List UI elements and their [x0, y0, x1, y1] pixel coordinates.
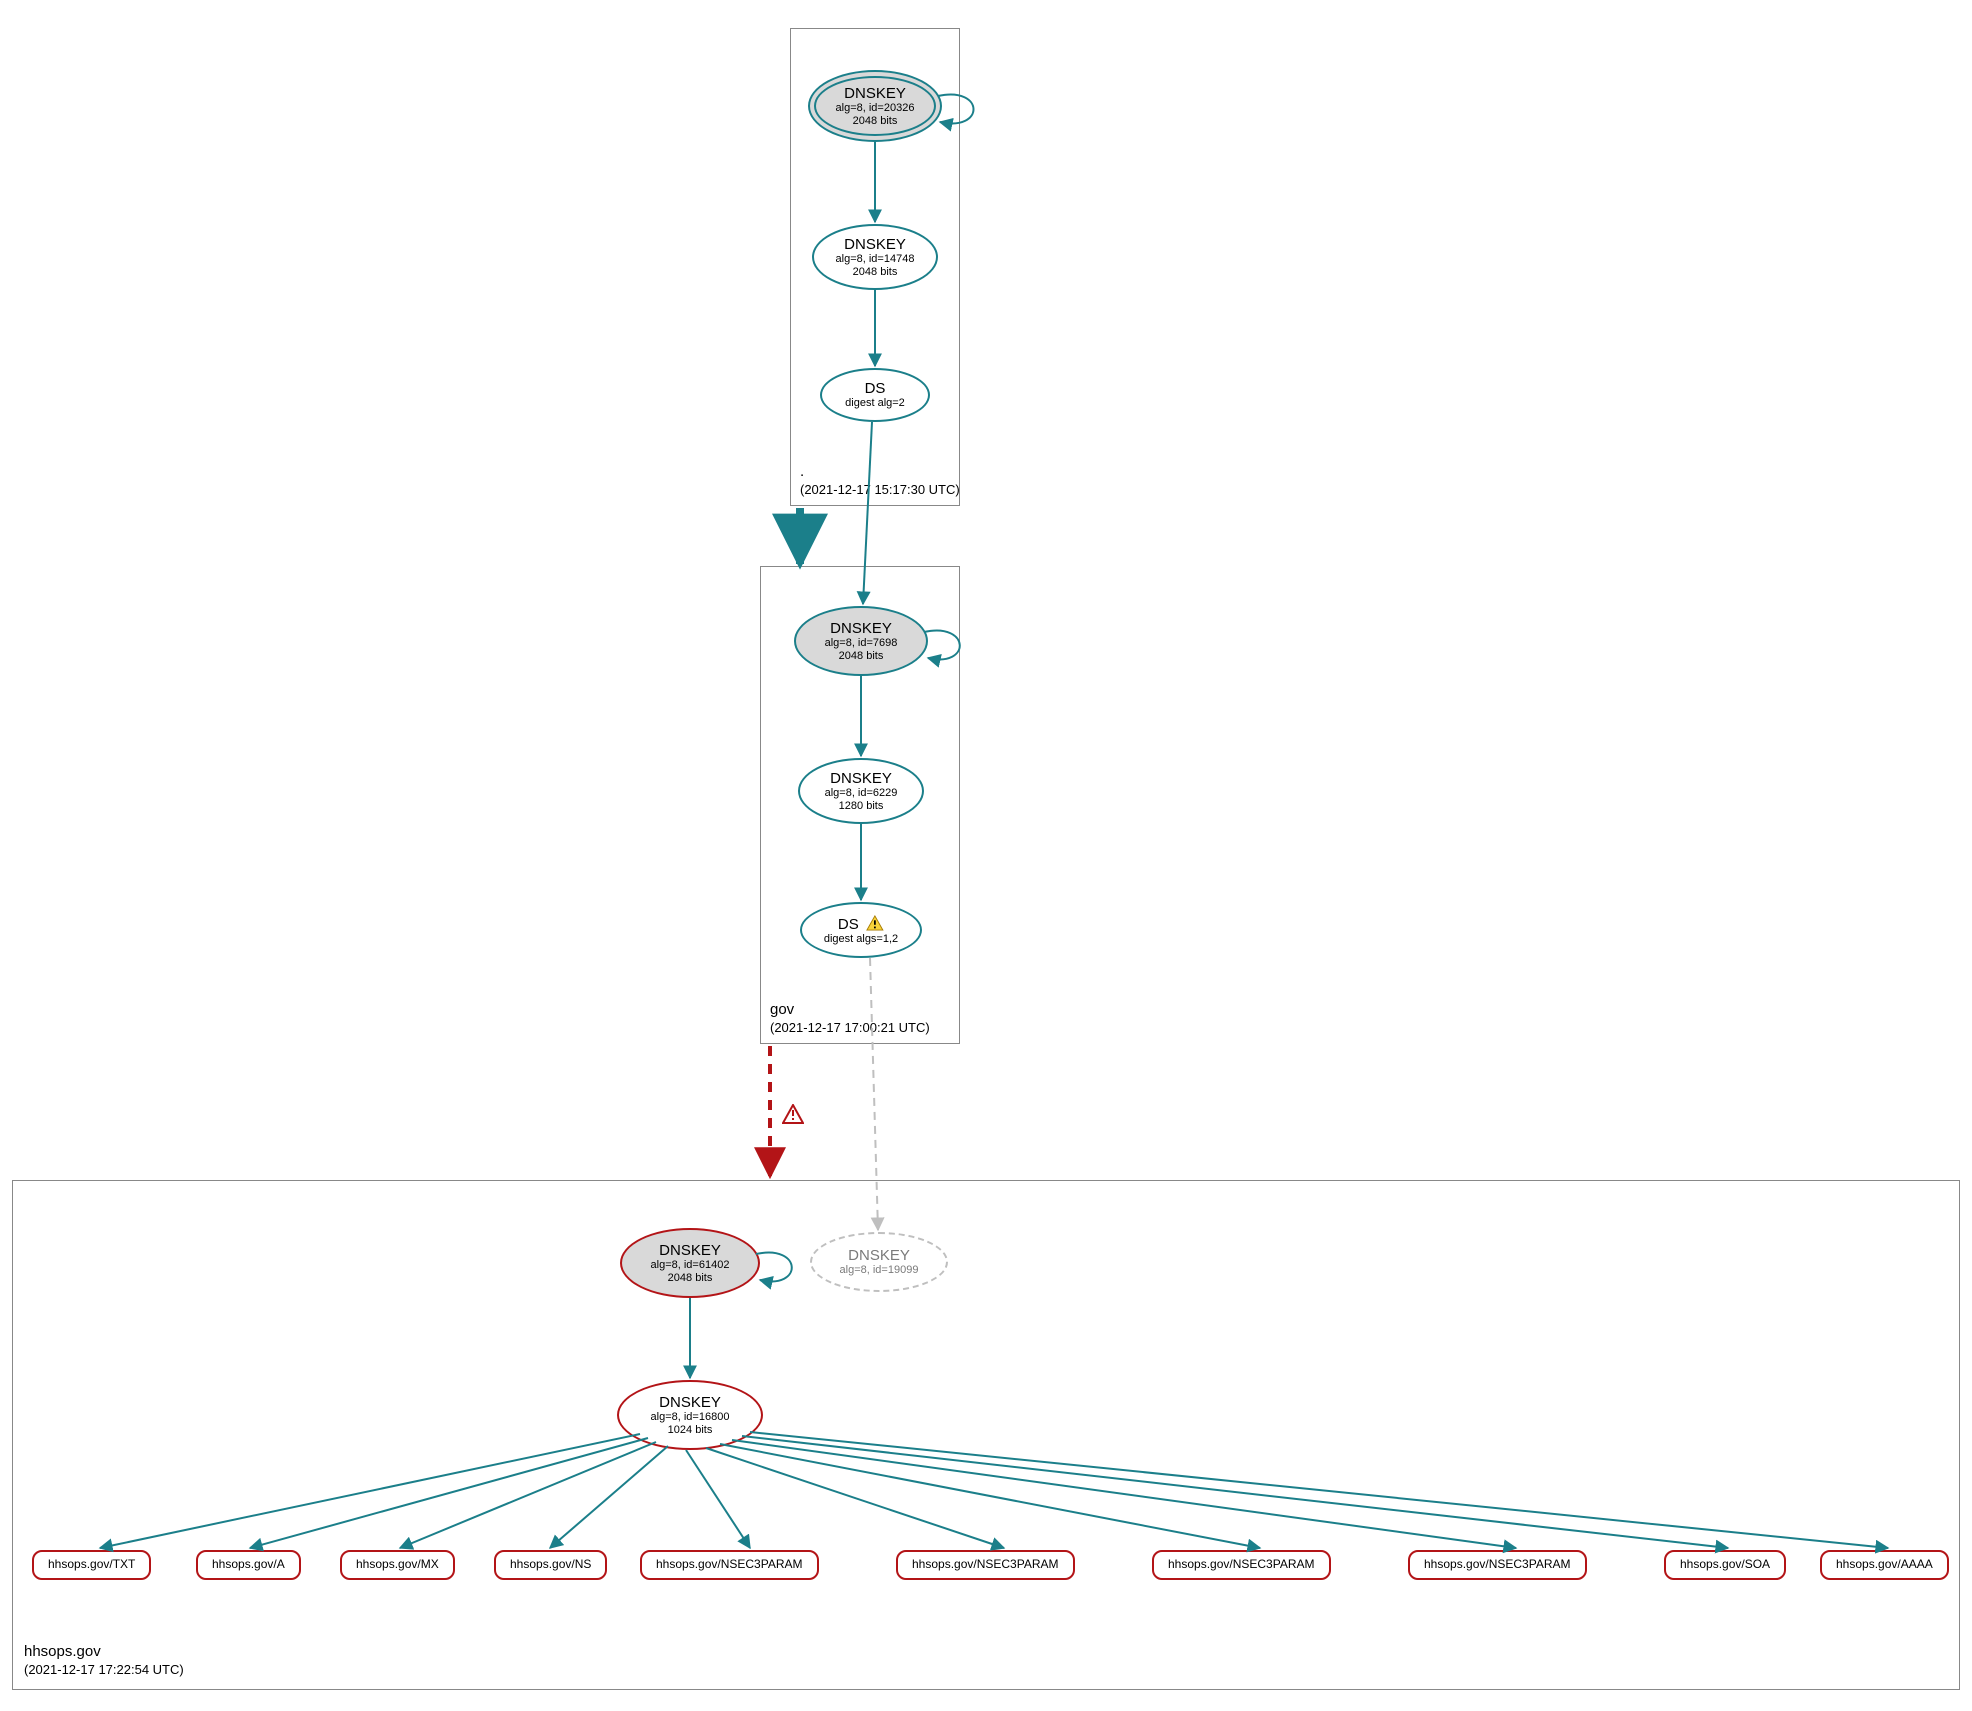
- node-root-ksk: DNSKEY alg=8, id=20326 2048 bits: [808, 70, 942, 142]
- node-hhsops-ghost: DNSKEY alg=8, id=19099: [810, 1232, 948, 1292]
- rrset-soa: hhsops.gov/SOA: [1664, 1550, 1786, 1580]
- zone-hhsops-label: hhsops.gov (2021-12-17 17:22:54 UTC): [24, 1642, 184, 1678]
- node-hhsops-zsk: DNSKEY alg=8, id=16800 1024 bits: [617, 1380, 763, 1450]
- rrset-txt: hhsops.gov/TXT: [32, 1550, 151, 1580]
- node-root-ds: DS digest alg=2: [820, 368, 930, 422]
- rrset-aaaa: hhsops.gov/AAAA: [1820, 1550, 1949, 1580]
- zone-gov-time: (2021-12-17 17:00:21 UTC): [770, 1020, 930, 1037]
- zone-root-label: . (2021-12-17 15:17:30 UTC): [800, 462, 960, 498]
- node-gov-zsk: DNSKEY alg=8, id=6229 1280 bits: [798, 758, 924, 824]
- rrset-nsec3-4: hhsops.gov/NSEC3PARAM: [1408, 1550, 1587, 1580]
- rrset-nsec3-1: hhsops.gov/NSEC3PARAM: [640, 1550, 819, 1580]
- rrset-ns: hhsops.gov/NS: [494, 1550, 607, 1580]
- node-sub: alg=8, id=20326: [836, 102, 915, 115]
- warning-icon: [866, 915, 884, 931]
- rrset-nsec3-2: hhsops.gov/NSEC3PARAM: [896, 1550, 1075, 1580]
- rrset-mx: hhsops.gov/MX: [340, 1550, 455, 1580]
- zone-hhsops-name: hhsops.gov: [24, 1642, 184, 1662]
- node-gov-ds: DS digest algs=1,2: [800, 902, 922, 958]
- dnssec-graph: . (2021-12-17 15:17:30 UTC) gov (2021-12…: [0, 0, 1972, 1711]
- zone-root-name: .: [800, 462, 960, 482]
- rrset-nsec3-3: hhsops.gov/NSEC3PARAM: [1152, 1550, 1331, 1580]
- node-hhsops-ksk: DNSKEY alg=8, id=61402 2048 bits: [620, 1228, 760, 1298]
- zone-root-time: (2021-12-17 15:17:30 UTC): [800, 482, 960, 499]
- node-title: DNSKEY: [844, 85, 906, 102]
- node-sub2: 2048 bits: [853, 115, 898, 128]
- node-gov-ksk: DNSKEY alg=8, id=7698 2048 bits: [794, 606, 928, 676]
- zone-gov-name: gov: [770, 1000, 930, 1020]
- zone-hhsops: [12, 1180, 1960, 1690]
- zone-gov-label: gov (2021-12-17 17:00:21 UTC): [770, 1000, 930, 1036]
- zone-hhsops-time: (2021-12-17 17:22:54 UTC): [24, 1662, 184, 1679]
- error-icon: [782, 1104, 804, 1124]
- node-root-zsk: DNSKEY alg=8, id=14748 2048 bits: [812, 224, 938, 290]
- rrset-a: hhsops.gov/A: [196, 1550, 301, 1580]
